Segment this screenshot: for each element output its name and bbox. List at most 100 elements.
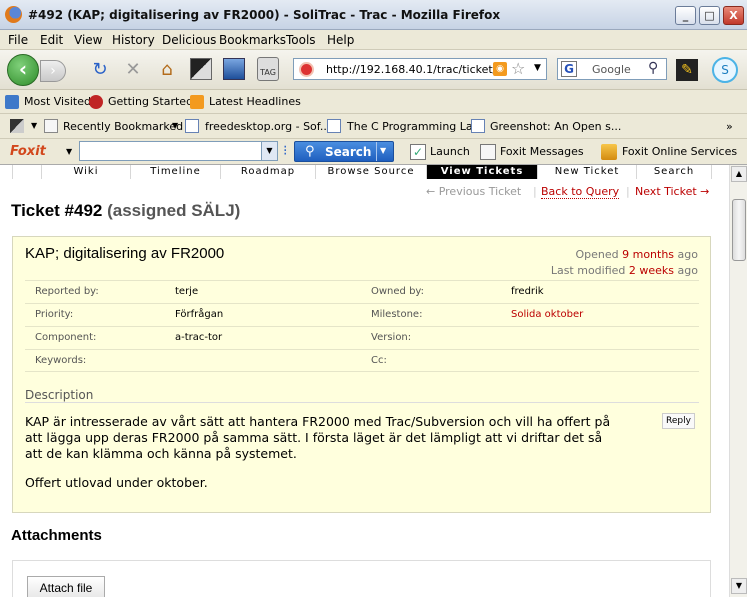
skype-icon[interactable]: S [712,57,738,83]
reload-icon[interactable]: ↻ [89,59,111,81]
priority-value: Förfrågan [175,309,224,320]
window-titlebar: #492 (KAP; digitalisering av FR2000) - S… [0,0,747,30]
google-engine-icon[interactable]: G [561,61,577,77]
pen-icon[interactable]: ✎ [676,59,698,81]
nav-wiki[interactable]: Wiki [41,165,130,179]
window-capture-icon[interactable] [223,58,245,80]
maximize-button[interactable]: □ [699,6,720,25]
description-heading: Description [25,388,699,403]
menu-file[interactable]: File [8,33,28,47]
stop-icon[interactable]: ✕ [122,59,144,81]
description-text: KAP är intresserade av vårt sätt att han… [25,414,611,490]
ticket-box: KAP; digitalisering av FR2000 Opened 9 m… [12,236,711,513]
menu-bookmarks[interactable]: Bookmarks [219,33,286,47]
attachments-heading: Attachments [11,527,102,544]
online-services-icon [601,144,617,160]
menu-view[interactable]: View [74,33,102,47]
nav-roadmap[interactable]: Roadmap [220,165,315,179]
tag-icon[interactable]: TAG [257,57,279,81]
ticket-number: Ticket #492 [11,201,103,220]
menu-edit[interactable]: Edit [40,33,63,47]
nav-browse-source[interactable]: Browse Source [315,165,426,179]
ticket-field-row: Component: a-trac-tor Version: [25,326,699,349]
foxit-toolbar: Foxit ▼ ▼ ⁝ ⚲ Search ▼ ✓ Launch Foxit Me… [0,139,747,165]
search-bar[interactable]: G Google ⚲ [557,58,667,80]
bookmark-cprog[interactable]: The C Programming La... [347,120,483,133]
page-title: Ticket #492 (assigned SÄLJ) [11,201,240,221]
firefox-icon [5,6,22,23]
forward-button[interactable]: › [40,60,66,82]
ticket-field-row: Reported by: terje Owned by: fredrik [25,280,699,303]
menu-history[interactable]: History [112,33,155,47]
back-to-query-link[interactable]: Back to Query [541,185,620,199]
menu-tools[interactable]: Tools [286,33,316,47]
messages-icon [480,144,496,160]
bookmark-recently[interactable]: Recently Bookmarked [63,120,183,133]
url-dropdown-icon[interactable]: ▼ [534,63,541,73]
ticket-summary: KAP; digitalisering av FR2000 [25,245,225,262]
bookmark-most-visited[interactable]: Most Visited [24,95,91,108]
url-text[interactable]: http://192.168.40.1/trac/ticket/4 [326,63,503,76]
chevron-down-icon[interactable]: ▼ [380,146,386,155]
scroll-down-arrow[interactable]: ▼ [731,578,747,594]
bookmark-greenshot[interactable]: Greenshot: An Open s... [490,120,621,133]
bookmark-freedesktop[interactable]: freedesktop.org - Sof... [205,120,330,133]
page-icon [471,119,485,133]
foxit-search-input[interactable]: ▼ [79,141,278,161]
vertical-scrollbar[interactable]: ▲ ▼ [729,165,747,597]
bookmark-getting-started[interactable]: Getting Started [108,95,193,108]
modified-link[interactable]: 2 weeks [629,264,674,277]
capture-icon[interactable] [10,119,24,133]
rss-icon [190,95,204,109]
close-button[interactable]: X [723,6,744,25]
window-title: #492 (KAP; digitalisering av FR2000) - S… [28,8,501,22]
chevron-down-icon[interactable]: ▼ [172,121,178,130]
attach-file-button[interactable]: Attach file [27,576,105,597]
chevron-down-icon[interactable]: ▼ [261,142,277,160]
next-ticket-link[interactable]: Next Ticket → [635,185,709,198]
rss-feed-icon[interactable]: ◉ [493,62,507,76]
site-favicon [299,62,314,77]
menu-help[interactable]: Help [327,33,354,47]
menu-delicious[interactable]: Delicious [162,33,216,47]
url-bar[interactable]: http://192.168.40.1/trac/ticket/4 ◉ ☆ ▼ [293,58,547,80]
reply-button[interactable]: Reply [662,413,695,429]
nav-view-tickets[interactable]: View Tickets [426,165,537,179]
reporter-value: terje [175,286,199,297]
home-icon[interactable]: ⌂ [156,59,178,81]
launch-icon: ✓ [410,144,426,160]
ticket-field-row: Priority: Förfrågan Milestone: Solida ok… [25,303,699,326]
foxit-launch[interactable]: Launch [430,145,470,158]
foxit-search-button[interactable]: ⚲ Search ▼ [294,141,394,162]
bookmark-latest-headlines[interactable]: Latest Headlines [209,95,301,108]
prev-ticket-link[interactable]: ← Previous Ticket [426,185,521,198]
nav-timeline[interactable]: Timeline [130,165,220,179]
chevron-down-icon[interactable]: ▼ [66,147,72,156]
scroll-thumb[interactable] [732,199,746,261]
ticket-status: (assigned SÄLJ) [107,201,241,220]
opened-link[interactable]: 9 months [622,248,674,261]
opened-date: Opened 9 months ago [575,248,698,261]
page-icon [327,119,341,133]
page-icon [185,119,199,133]
search-icon: ⚲ [305,144,315,159]
search-input[interactable]: Google [592,63,631,76]
nav-search[interactable]: Search [636,165,712,179]
ticket-field-row: Keywords: Cc: [25,349,699,372]
chevron-down-icon[interactable]: ▼ [31,121,37,130]
minimize-button[interactable]: _ [675,6,696,25]
back-button[interactable]: ‹ [7,54,39,86]
menu-bar: File Edit View History Delicious Bookmar… [0,30,747,50]
search-icon[interactable]: ⚲ [648,60,658,76]
overflow-chevron-icon[interactable]: » [726,120,733,133]
most-visited-icon [5,95,19,109]
scroll-up-arrow[interactable]: ▲ [731,166,747,182]
nav-spacer [12,165,41,179]
foxit-messages[interactable]: Foxit Messages [500,145,584,158]
screenshot-icon[interactable] [190,58,212,80]
foxit-online-services[interactable]: Foxit Online Services [622,145,737,158]
milestone-link[interactable]: Solida oktober [511,309,583,320]
attachments-box [12,560,711,597]
bookmark-star-icon[interactable]: ☆ [511,59,525,78]
nav-new-ticket[interactable]: New Ticket [537,165,636,179]
